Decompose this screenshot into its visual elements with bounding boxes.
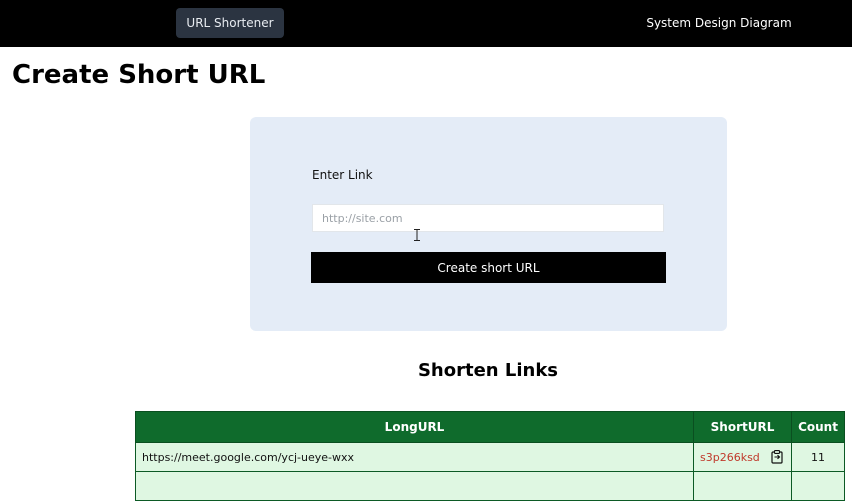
text-cursor-icon [414,229,420,241]
table-header-row: LongURL ShortURL Count [135,411,845,443]
nav-system-design-diagram[interactable]: System Design Diagram [640,8,798,38]
count-cell: 11 [791,442,845,472]
table-row [135,471,845,501]
count-cell [791,471,845,501]
copy-icon[interactable] [771,450,783,464]
url-input[interactable] [312,204,664,232]
shorten-links-title: Shorten Links [417,360,559,381]
enter-link-label: Enter Link [312,168,373,182]
top-navbar: URL Shortener System Design Diagram [0,0,852,47]
column-header-shorturl: ShortURL [693,411,792,443]
long-url-cell [135,471,694,501]
column-header-longurl: LongURL [135,411,694,443]
short-url-link[interactable]: s3p266ksd [700,451,760,464]
short-url-cell [693,471,792,501]
shorten-links-table: LongURL ShortURL Count https://meet.goog… [135,411,845,501]
nav-url-shortener[interactable]: URL Shortener [176,8,284,38]
create-url-form: Enter Link Create short URL [250,117,727,331]
short-url-cell: s3p266ksd [693,442,792,472]
long-url-cell: https://meet.google.com/ycj-ueye-wxx [135,442,694,472]
table-row: https://meet.google.com/ycj-ueye-wxx s3p… [135,442,845,472]
create-short-url-button[interactable]: Create short URL [311,252,666,283]
column-header-count: Count [791,411,845,443]
page-title: Create Short URL [12,60,266,90]
